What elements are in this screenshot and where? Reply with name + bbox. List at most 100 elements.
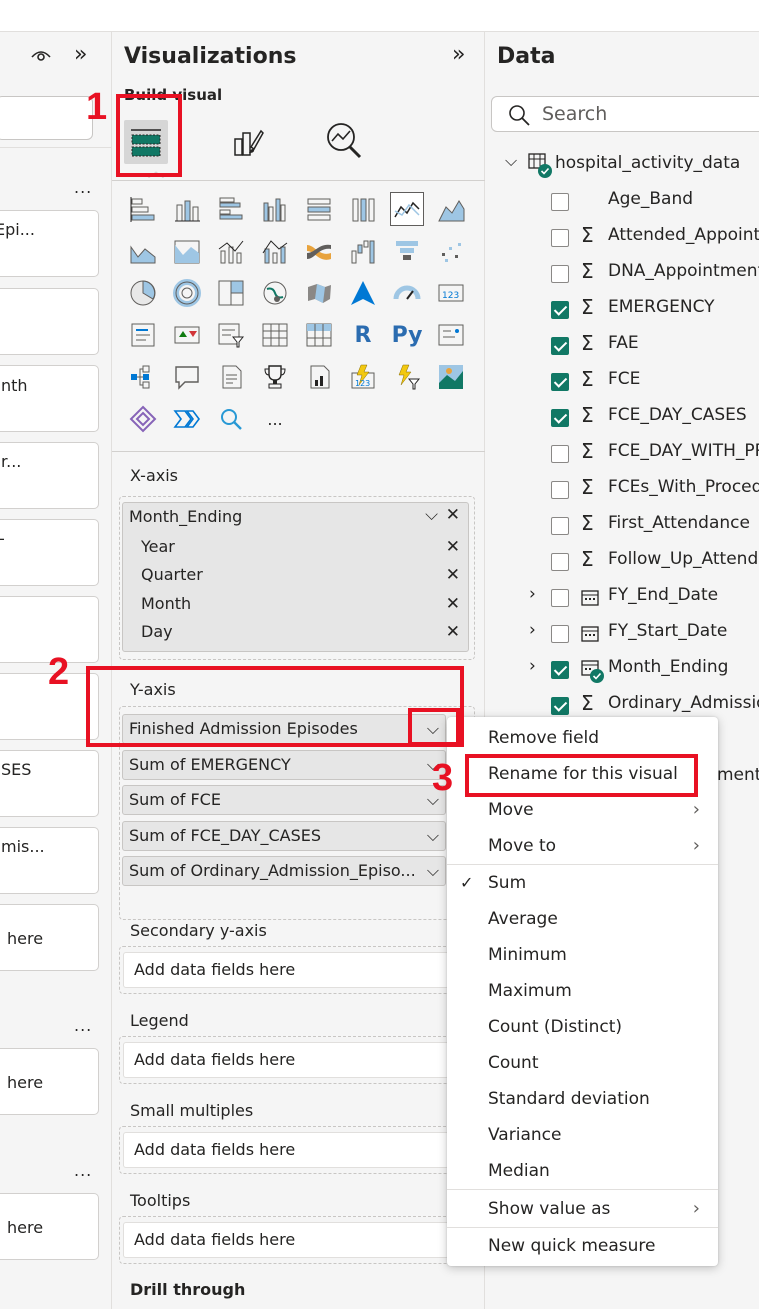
field-checkbox-checked[interactable] [551, 301, 569, 319]
waterfall-chart-icon[interactable] [346, 234, 380, 268]
field-checkbox[interactable] [551, 517, 569, 535]
azure-map-icon[interactable] [346, 276, 380, 310]
chevron-down-icon[interactable]: ⌵ [427, 857, 439, 885]
map-icon[interactable] [258, 276, 292, 310]
field-row[interactable]: Age_Band [485, 183, 759, 219]
multi-row-card-icon[interactable] [126, 318, 160, 352]
python-visual-icon[interactable]: Py [390, 318, 424, 352]
field-checkbox-checked[interactable] [551, 661, 569, 679]
matrix-icon[interactable] [302, 318, 336, 352]
format-visual-tab[interactable] [226, 120, 270, 164]
menu-item-remove-field[interactable]: Remove field [447, 720, 718, 756]
area-chart-icon[interactable] [434, 192, 468, 226]
field-checkbox[interactable] [551, 229, 569, 247]
menu-item-minimum[interactable]: Minimum [447, 937, 718, 973]
analytics-tab[interactable] [322, 118, 366, 162]
legend-drop-zone[interactable]: Add data fields here [123, 1042, 449, 1078]
pie-chart-icon[interactable] [126, 276, 160, 310]
menu-item-move[interactable]: Move › [447, 792, 718, 828]
chevron-flow-icon[interactable] [170, 402, 204, 436]
r-script-visual-icon[interactable]: R [346, 318, 380, 352]
filter-card[interactable]: here [0, 1193, 99, 1260]
kpi-icon[interactable] [170, 318, 204, 352]
key-influencers-icon[interactable] [434, 318, 468, 352]
paginated-report-icon[interactable] [302, 360, 336, 394]
slicer-icon[interactable] [214, 318, 248, 352]
remove-level-icon[interactable]: ✕ [446, 622, 460, 642]
filters-search-input[interactable] [0, 96, 93, 140]
smart-narrative-icon[interactable] [214, 360, 248, 394]
chevron-down-icon[interactable]: ⌵ [425, 505, 438, 525]
field-checkbox[interactable] [551, 193, 569, 211]
menu-item-move-to[interactable]: Move to › [447, 828, 718, 864]
filled-map-icon[interactable] [302, 276, 336, 310]
stacked-area-chart-icon[interactable] [126, 234, 160, 268]
diamond-visual-icon[interactable] [126, 402, 160, 436]
stacked-column-chart-icon[interactable] [170, 192, 204, 226]
secondary-y-axis-drop-zone[interactable]: Add data fields here [123, 952, 449, 988]
chevron-right-icon[interactable]: › [529, 620, 536, 640]
menu-item-median[interactable]: Median [447, 1153, 718, 1189]
line-chart-icon[interactable] [390, 192, 424, 226]
card-icon[interactable]: 123 [434, 276, 468, 310]
x-axis-field-hierarchy[interactable]: Month_Ending ⌵ ✕ Year ✕ Quarter ✕ Month … [122, 502, 469, 652]
filter-card[interactable] [0, 288, 99, 355]
field-row[interactable]: Σ Attended_Appointm [485, 219, 759, 255]
y-axis-field-pill[interactable]: Sum of FCE_DAY_CASES ⌵ [122, 821, 446, 851]
more-visuals-icon[interactable]: ... [258, 402, 292, 436]
filter-card[interactable]: mis... [0, 827, 99, 894]
field-row[interactable]: › FY_End_Date [485, 579, 759, 615]
more-options-icon[interactable]: ... [74, 1016, 92, 1035]
menu-item-show-value-as[interactable]: Show value as › [447, 1191, 718, 1227]
field-row[interactable]: Σ FAE [485, 327, 759, 363]
field-checkbox[interactable] [551, 625, 569, 643]
power-apps-icon[interactable]: 123 [346, 360, 380, 394]
funnel-chart-icon[interactable] [390, 234, 424, 268]
field-row[interactable]: Σ Follow_Up_Attenda [485, 543, 759, 579]
filter-card[interactable]: Epi... [0, 210, 99, 277]
filter-card[interactable]: r... [0, 442, 99, 509]
decomposition-tree-icon[interactable] [126, 360, 160, 394]
search-visual-icon[interactable] [214, 402, 248, 436]
field-checkbox-checked[interactable] [551, 409, 569, 427]
menu-item-count-distinct[interactable]: Count (Distinct) [447, 1009, 718, 1045]
field-row[interactable]: Σ FCE_DAY_WITH_PRO [485, 435, 759, 471]
field-checkbox[interactable] [551, 553, 569, 571]
line-and-clustered-column-chart-icon[interactable] [258, 234, 292, 268]
stacked-bar-chart-icon[interactable] [126, 192, 160, 226]
remove-level-icon[interactable]: ✕ [446, 537, 460, 557]
filter-card[interactable]: - [0, 519, 99, 586]
chevron-right-icon[interactable]: › [529, 584, 536, 604]
chevron-right-icon[interactable]: › [529, 656, 536, 676]
menu-item-count[interactable]: Count [447, 1045, 718, 1081]
filter-card[interactable]: nth [0, 365, 99, 432]
100-stacked-column-chart-icon[interactable] [346, 192, 380, 226]
field-checkbox[interactable] [551, 481, 569, 499]
field-checkbox[interactable] [551, 589, 569, 607]
qa-visual-icon[interactable] [170, 360, 204, 394]
clustered-column-chart-icon[interactable] [258, 192, 292, 226]
ribbon-chart-icon[interactable] [302, 234, 336, 268]
data-search-input[interactable]: Search [491, 96, 759, 132]
filter-card[interactable]: here [0, 1048, 99, 1115]
menu-item-variance[interactable]: Variance [447, 1117, 718, 1153]
donut-chart-icon[interactable] [170, 276, 204, 310]
field-row[interactable]: › FY_Start_Date [485, 615, 759, 651]
menu-item-standard-deviation[interactable]: Standard deviation [447, 1081, 718, 1117]
table-icon[interactable] [258, 318, 292, 352]
field-checkbox-checked[interactable] [551, 337, 569, 355]
y-axis-field-pill[interactable]: Sum of Ordinary_Admission_Episo... ⌵ [122, 856, 446, 886]
100-stacked-area-chart-icon[interactable] [170, 234, 204, 268]
y-axis-field-pill[interactable]: Sum of EMERGENCY ⌵ [122, 750, 446, 780]
more-options-icon[interactable]: ... [74, 178, 92, 197]
tooltips-drop-zone[interactable]: Add data fields here [123, 1222, 449, 1258]
field-row[interactable]: Σ FCEs_With_Procedu [485, 471, 759, 507]
power-automate-icon[interactable] [390, 360, 424, 394]
trophy-goals-icon[interactable] [258, 360, 292, 394]
filter-card[interactable]: here [0, 904, 99, 971]
more-options-icon[interactable]: ... [74, 1161, 92, 1180]
gauge-icon[interactable] [390, 276, 424, 310]
table-node[interactable]: ⌵ hospital_activity_data [485, 147, 759, 183]
field-checkbox[interactable] [551, 445, 569, 463]
clustered-bar-chart-icon[interactable] [214, 192, 248, 226]
